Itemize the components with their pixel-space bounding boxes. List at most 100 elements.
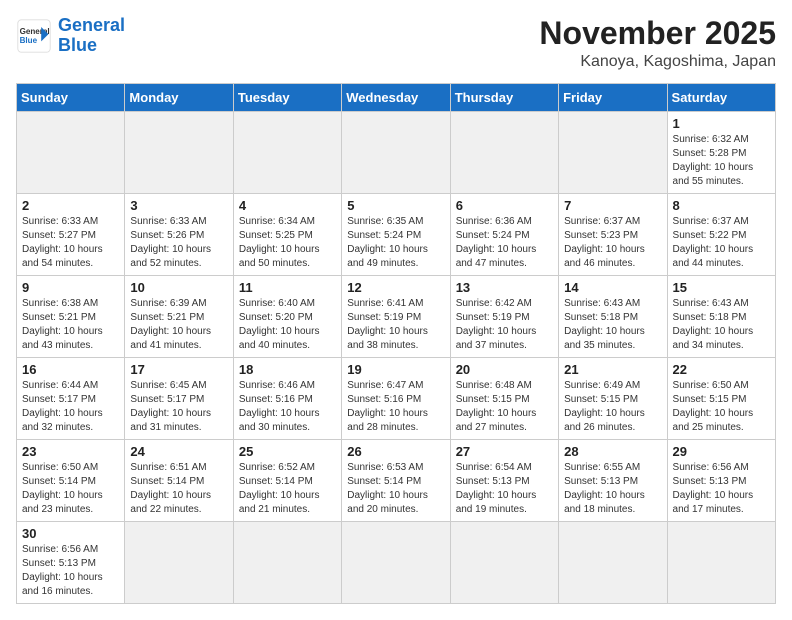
weekday-header-friday: Friday [559,84,667,112]
day-info: Sunrise: 6:50 AM Sunset: 5:15 PM Dayligh… [673,379,770,435]
calendar-cell: 8Sunrise: 6:37 AM Sunset: 5:22 PM Daylig… [667,194,775,276]
calendar-cell [17,112,125,194]
calendar-cell: 13Sunrise: 6:42 AM Sunset: 5:19 PM Dayli… [450,276,558,358]
calendar-cell: 25 Sunrise: 6:52 AM Sunset: 5:14 PM Dayli… [233,440,341,522]
day-number: 17 [130,362,227,377]
calendar-cell: 28 Sunrise: 6:55 AM Sunset: 5:13 PM Dayli… [559,440,667,522]
day-info: Sunrise: 6:36 AM Sunset: 5:24 PM Dayligh… [456,215,553,271]
day-number: 29 [673,444,770,459]
logo-general: General [58,15,125,35]
header: General Blue General Blue November 2025 … [16,16,776,71]
day-number: 9 [22,280,119,295]
calendar-week-3: 9Sunrise: 6:38 AM Sunset: 5:21 PM Daylig… [17,276,776,358]
day-number: 13 [456,280,553,295]
day-info: Sunrise: 6:50 AM Sunset: 5:14 PM Dayligh… [22,461,119,517]
calendar-cell: 30 Sunrise: 6:56 AM Sunset: 5:13 PM Dayli… [17,522,125,604]
calendar-cell: 20 Sunrise: 6:48 AM Sunset: 5:15 PM Dayli… [450,358,558,440]
day-number: 26 [347,444,444,459]
day-number: 6 [456,198,553,213]
weekday-header-tuesday: Tuesday [233,84,341,112]
day-number: 14 [564,280,661,295]
day-number: 16 [22,362,119,377]
day-info: Sunrise: 6:39 AM Sunset: 5:21 PM Dayligh… [130,297,227,353]
svg-text:Blue: Blue [20,36,38,45]
calendar-week-6: 30 Sunrise: 6:56 AM Sunset: 5:13 PM Dayli… [17,522,776,604]
day-info: Sunrise: 6:51 AM Sunset: 5:14 PM Dayligh… [130,461,227,517]
day-info: Sunrise: 6:43 AM Sunset: 5:18 PM Dayligh… [564,297,661,353]
calendar-cell [233,522,341,604]
title-area: November 2025 Kanoya, Kagoshima, Japan [539,16,776,71]
calendar-cell: 10 Sunrise: 6:39 AM Sunset: 5:21 PM Dayli… [125,276,233,358]
calendar-cell: 6 Sunrise: 6:36 AM Sunset: 5:24 PM Daylig… [450,194,558,276]
calendar-cell: 18 Sunrise: 6:46 AM Sunset: 5:16 PM Dayli… [233,358,341,440]
day-info: Sunrise: 6:55 AM Sunset: 5:13 PM Dayligh… [564,461,661,517]
day-info: Sunrise: 6:33 AM Sunset: 5:26 PM Dayligh… [130,215,227,271]
month-title: November 2025 [539,16,776,51]
day-number: 22 [673,362,770,377]
calendar-cell: 4 Sunrise: 6:34 AM Sunset: 5:25 PM Daylig… [233,194,341,276]
calendar-cell: 27 Sunrise: 6:54 AM Sunset: 5:13 PM Dayli… [450,440,558,522]
calendar-cell [667,522,775,604]
day-number: 18 [239,362,336,377]
day-number: 30 [22,526,119,541]
day-number: 5 [347,198,444,213]
day-number: 15 [673,280,770,295]
calendar-cell [342,112,450,194]
day-info: Sunrise: 6:56 AM Sunset: 5:13 PM Dayligh… [673,461,770,517]
weekday-header-sunday: Sunday [17,84,125,112]
calendar-cell: 17 Sunrise: 6:45 AM Sunset: 5:17 PM Dayli… [125,358,233,440]
calendar-cell: 22 Sunrise: 6:50 AM Sunset: 5:15 PM Dayli… [667,358,775,440]
calendar-cell: 9Sunrise: 6:38 AM Sunset: 5:21 PM Daylig… [17,276,125,358]
day-number: 3 [130,198,227,213]
day-number: 19 [347,362,444,377]
day-info: Sunrise: 6:56 AM Sunset: 5:13 PM Dayligh… [22,543,119,599]
calendar-cell: 3 Sunrise: 6:33 AM Sunset: 5:26 PM Daylig… [125,194,233,276]
day-info: Sunrise: 6:40 AM Sunset: 5:20 PM Dayligh… [239,297,336,353]
calendar-cell [125,112,233,194]
calendar-cell: 7Sunrise: 6:37 AM Sunset: 5:23 PM Daylig… [559,194,667,276]
day-info: Sunrise: 6:54 AM Sunset: 5:13 PM Dayligh… [456,461,553,517]
calendar-cell [450,522,558,604]
calendar-cell: 15 Sunrise: 6:43 AM Sunset: 5:18 PM Dayli… [667,276,775,358]
location: Kanoya, Kagoshima, Japan [539,53,776,71]
day-info: Sunrise: 6:45 AM Sunset: 5:17 PM Dayligh… [130,379,227,435]
day-info: Sunrise: 6:47 AM Sunset: 5:16 PM Dayligh… [347,379,444,435]
day-number: 11 [239,280,336,295]
day-info: Sunrise: 6:33 AM Sunset: 5:27 PM Dayligh… [22,215,119,271]
day-info: Sunrise: 6:48 AM Sunset: 5:15 PM Dayligh… [456,379,553,435]
day-info: Sunrise: 6:43 AM Sunset: 5:18 PM Dayligh… [673,297,770,353]
logo-wordmark: General Blue [58,16,125,56]
calendar-cell: 2Sunrise: 6:33 AM Sunset: 5:27 PM Daylig… [17,194,125,276]
day-info: Sunrise: 6:46 AM Sunset: 5:16 PM Dayligh… [239,379,336,435]
weekday-header-monday: Monday [125,84,233,112]
calendar-cell [559,112,667,194]
day-number: 25 [239,444,336,459]
day-number: 4 [239,198,336,213]
day-info: Sunrise: 6:53 AM Sunset: 5:14 PM Dayligh… [347,461,444,517]
day-number: 27 [456,444,553,459]
calendar-cell: 12Sunrise: 6:41 AM Sunset: 5:19 PM Dayli… [342,276,450,358]
logo: General Blue General Blue [16,16,125,56]
calendar-cell: 11 Sunrise: 6:40 AM Sunset: 5:20 PM Dayli… [233,276,341,358]
day-number: 7 [564,198,661,213]
calendar-cell [559,522,667,604]
day-info: Sunrise: 6:52 AM Sunset: 5:14 PM Dayligh… [239,461,336,517]
day-number: 20 [456,362,553,377]
calendar-cell: 1Sunrise: 6:32 AM Sunset: 5:28 PM Daylig… [667,112,775,194]
calendar-cell [233,112,341,194]
day-number: 12 [347,280,444,295]
day-number: 28 [564,444,661,459]
calendar-cell: 23Sunrise: 6:50 AM Sunset: 5:14 PM Dayli… [17,440,125,522]
day-number: 1 [673,116,770,131]
weekday-header-thursday: Thursday [450,84,558,112]
day-info: Sunrise: 6:34 AM Sunset: 5:25 PM Dayligh… [239,215,336,271]
calendar-cell: 19 Sunrise: 6:47 AM Sunset: 5:16 PM Dayli… [342,358,450,440]
weekday-header-row: SundayMondayTuesdayWednesdayThursdayFrid… [17,84,776,112]
calendar-cell: 14 Sunrise: 6:43 AM Sunset: 5:18 PM Dayli… [559,276,667,358]
calendar-week-4: 16Sunrise: 6:44 AM Sunset: 5:17 PM Dayli… [17,358,776,440]
day-number: 10 [130,280,227,295]
day-number: 8 [673,198,770,213]
calendar-cell: 29 Sunrise: 6:56 AM Sunset: 5:13 PM Dayli… [667,440,775,522]
day-number: 24 [130,444,227,459]
calendar-week-2: 2Sunrise: 6:33 AM Sunset: 5:27 PM Daylig… [17,194,776,276]
